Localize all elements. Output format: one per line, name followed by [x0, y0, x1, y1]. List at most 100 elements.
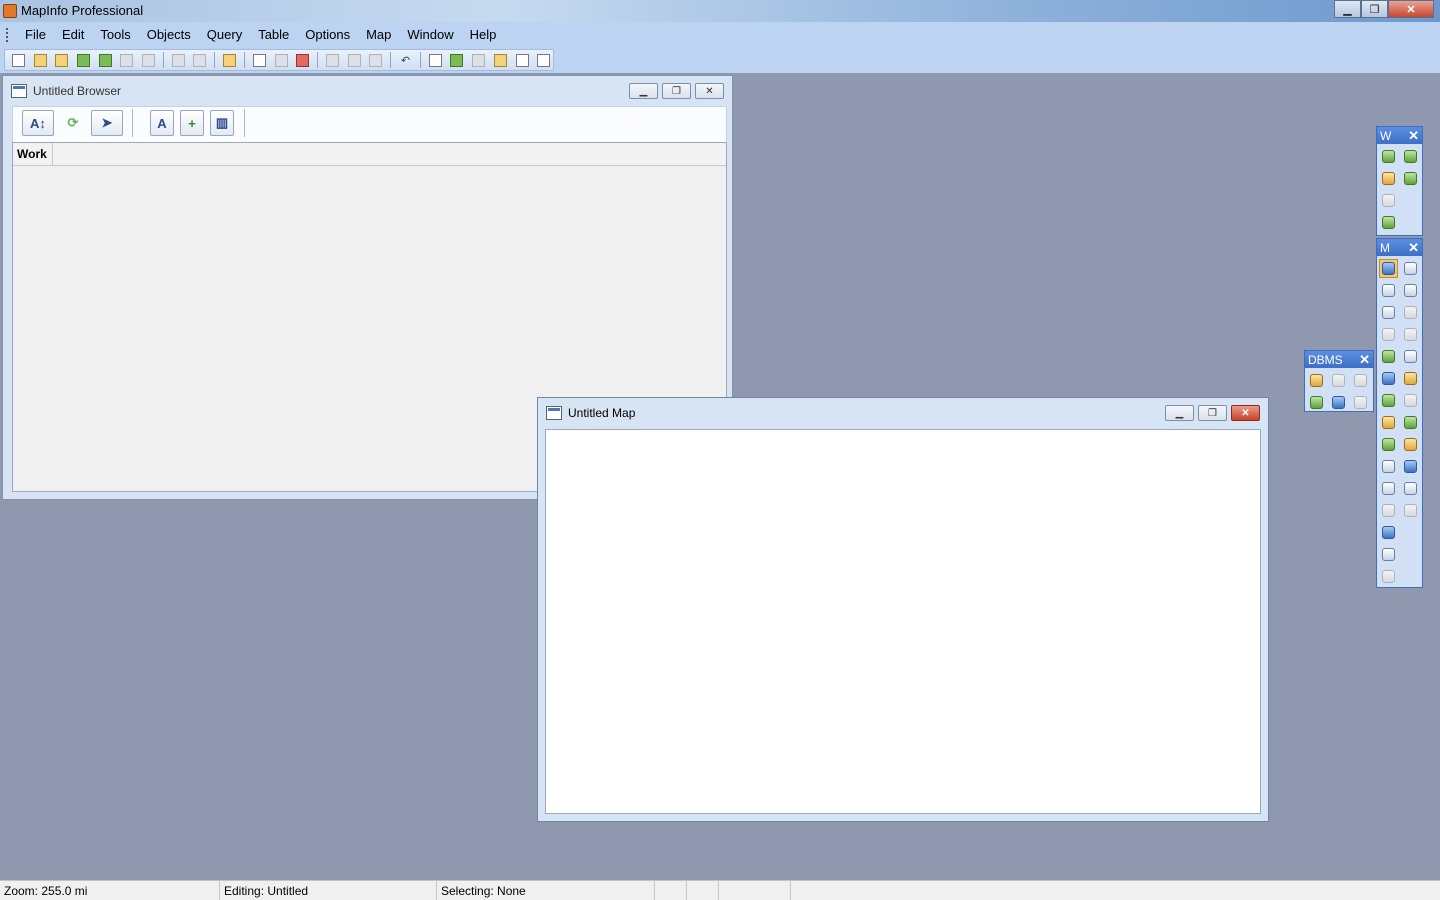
- map-close-button[interactable]: ✕: [1231, 405, 1260, 421]
- menu-file[interactable]: File: [17, 27, 54, 42]
- polygon-select-icon[interactable]: [1401, 281, 1420, 300]
- graph-select-icon[interactable]: [1401, 325, 1420, 344]
- main-palette-title-bar[interactable]: M ✕: [1377, 239, 1422, 256]
- bing-icon[interactable]: [1379, 213, 1398, 232]
- print-preview-icon[interactable]: [250, 52, 269, 69]
- globe-icon[interactable]: [1401, 147, 1420, 166]
- dbms-palette-title-bar[interactable]: DBMS ✕: [1305, 351, 1373, 368]
- hotlink-icon[interactable]: [1401, 391, 1420, 410]
- save-copy-icon[interactable]: [191, 52, 210, 69]
- add-record-icon[interactable]: +: [180, 110, 204, 136]
- unlink-dbms-icon[interactable]: [1351, 371, 1370, 390]
- column-header-work[interactable]: Work: [13, 143, 53, 165]
- copy-icon[interactable]: [345, 52, 364, 69]
- select-pointer-icon[interactable]: ➤: [91, 110, 123, 136]
- export-pdf-icon[interactable]: [293, 52, 312, 69]
- status-selecting[interactable]: Selecting: None: [437, 881, 655, 900]
- font-icon[interactable]: A: [150, 110, 174, 136]
- boundary-select-icon[interactable]: [1379, 303, 1398, 322]
- show-nodes-icon[interactable]: [1379, 501, 1398, 520]
- library-icon[interactable]: [1379, 567, 1398, 586]
- map-minimize-button[interactable]: ▁: [1165, 405, 1194, 421]
- wms-icon[interactable]: [1379, 147, 1398, 166]
- save-table-icon[interactable]: [169, 52, 188, 69]
- new-mapper-icon[interactable]: [448, 52, 467, 69]
- open-web-service-icon[interactable]: [96, 52, 115, 69]
- select-arrow-icon[interactable]: [1379, 259, 1398, 278]
- drag-map-icon[interactable]: [1401, 413, 1420, 432]
- undo-icon[interactable]: ↶: [396, 52, 415, 69]
- open-dbms-icon[interactable]: [74, 52, 93, 69]
- new-grapher-icon[interactable]: [469, 52, 488, 69]
- pick-fields-icon[interactable]: ▥: [210, 110, 234, 136]
- map-title-bar[interactable]: Untitled Map ▁ ❐ ✕: [538, 398, 1268, 428]
- new-table-icon[interactable]: [9, 52, 28, 69]
- wfs-icon[interactable]: [1379, 169, 1398, 188]
- browser-title-bar[interactable]: Untitled Browser ▁ ❐ ✕: [3, 76, 732, 106]
- menu-edit[interactable]: Edit: [54, 27, 92, 42]
- label-tool-icon[interactable]: [1379, 413, 1398, 432]
- legend-icon[interactable]: [1379, 457, 1398, 476]
- save-workspace-icon[interactable]: [220, 52, 239, 69]
- open-workspace-icon[interactable]: [52, 52, 71, 69]
- map-canvas[interactable]: [545, 429, 1261, 814]
- refresh-dbms-icon[interactable]: [1329, 371, 1348, 390]
- restore-button[interactable]: ❐: [1361, 0, 1388, 18]
- menu-tools[interactable]: Tools: [92, 27, 138, 42]
- sync-dbms-icon[interactable]: [1329, 393, 1348, 412]
- layer-control-icon[interactable]: [1379, 435, 1398, 454]
- open-odbc-icon[interactable]: [1307, 393, 1326, 412]
- set-clip-icon[interactable]: [1401, 479, 1420, 498]
- clip-region-icon[interactable]: [1379, 479, 1398, 498]
- refresh-icon[interactable]: ⟳: [61, 110, 85, 136]
- toolbar-grip-icon[interactable]: [125, 109, 133, 137]
- menu-options[interactable]: Options: [297, 27, 358, 42]
- dbms-palette-close-icon[interactable]: ✕: [1359, 352, 1370, 368]
- unselect-all-icon[interactable]: [1401, 303, 1420, 322]
- geocode-icon[interactable]: [1401, 169, 1420, 188]
- menu-window[interactable]: Window: [399, 27, 461, 42]
- ruler-icon[interactable]: [1401, 435, 1420, 454]
- new-browser-icon[interactable]: [426, 52, 445, 69]
- sort-icon[interactable]: A↕: [22, 110, 54, 136]
- open-table-icon[interactable]: [31, 52, 50, 69]
- web-palette-title-bar[interactable]: W ✕: [1377, 127, 1422, 144]
- menu-objects[interactable]: Objects: [139, 27, 199, 42]
- menu-table[interactable]: Table: [250, 27, 297, 42]
- close-table-icon[interactable]: [118, 52, 137, 69]
- info-tool-icon[interactable]: [1379, 391, 1398, 410]
- paste-icon[interactable]: [366, 52, 385, 69]
- main-palette-close-icon[interactable]: ✕: [1408, 240, 1419, 256]
- report-icon[interactable]: [1379, 545, 1398, 564]
- make-mappable-icon[interactable]: [1351, 393, 1370, 412]
- change-view-icon[interactable]: [1379, 369, 1398, 388]
- map-restore-button[interactable]: ❐: [1198, 405, 1227, 421]
- status-editing[interactable]: Editing: Untitled: [220, 881, 437, 900]
- browser-minimize-button[interactable]: ▁: [629, 83, 658, 99]
- browser-close-button[interactable]: ✕: [695, 83, 724, 99]
- new-redistricter-icon[interactable]: [513, 52, 532, 69]
- marquee-select-icon[interactable]: [1401, 259, 1420, 278]
- open-dbms-table-icon[interactable]: [1307, 371, 1326, 390]
- menu-query[interactable]: Query: [199, 27, 250, 42]
- routing-icon[interactable]: [1379, 191, 1398, 210]
- invert-selection-icon[interactable]: [1379, 325, 1398, 344]
- browser-restore-button[interactable]: ❐: [662, 83, 691, 99]
- print-icon[interactable]: [272, 52, 291, 69]
- menu-map[interactable]: Map: [358, 27, 399, 42]
- scale-bar-icon[interactable]: [1379, 523, 1398, 542]
- radius-select-icon[interactable]: [1379, 281, 1398, 300]
- layout-window-icon[interactable]: [534, 52, 553, 69]
- menu-help[interactable]: Help: [462, 27, 505, 42]
- zoom-out-icon[interactable]: [1401, 347, 1420, 366]
- find-icon[interactable]: [139, 52, 158, 69]
- statistics-icon[interactable]: [1401, 457, 1420, 476]
- change-cursor-icon[interactable]: [1401, 501, 1420, 520]
- status-zoom[interactable]: Zoom: 255.0 mi: [0, 881, 220, 900]
- toolbar-grip-icon[interactable]: [237, 109, 245, 137]
- zoom-in-icon[interactable]: [1379, 347, 1398, 366]
- close-button[interactable]: ✕: [1388, 0, 1434, 18]
- minimize-button[interactable]: ▁: [1334, 0, 1361, 18]
- grabber-hand-icon[interactable]: [1401, 369, 1420, 388]
- cut-icon[interactable]: [323, 52, 342, 69]
